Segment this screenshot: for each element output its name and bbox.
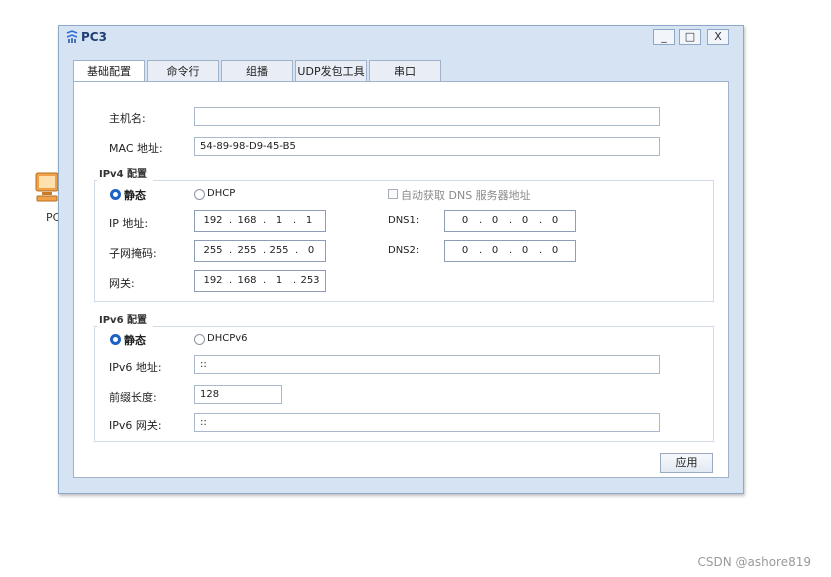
subnet-mask-input[interactable]: 255. 255. 255. 0 [194,240,326,262]
dns1-input[interactable]: 0. 0. 0. 0 [444,210,576,232]
tab-basic-config[interactable]: 基础配置 [73,60,145,83]
mac-address-field: 54-89-98-D9-45-B5 [194,137,660,156]
ipv6-address-label: IPv6 地址: [109,361,162,374]
network-app-icon [66,30,78,43]
dns1-octet-4: 0 [551,215,559,226]
gateway-input[interactable]: 192. 168. 1. 253 [194,270,326,292]
prefix-length-label: 前缀长度: [109,391,157,404]
ipv4-dhcp-label: DHCP [207,188,236,199]
ip-octet-1: 192 [203,215,223,226]
apply-button[interactable]: 应用 [660,453,713,473]
tab-udp-tool[interactable]: UDP发包工具 [295,60,367,82]
dns1-octet-1: 0 [461,215,469,226]
tab-serial[interactable]: 串口 [369,60,441,82]
ipv4-dhcp-radio[interactable] [194,189,205,200]
auto-dns-checkbox[interactable] [388,189,398,199]
ipv4-static-label: 静态 [124,189,146,202]
ipv6-gateway-input[interactable]: :: [194,413,660,432]
ip-octet-2: 168 [237,215,257,226]
ipv6-dhcp-label: DHCPv6 [207,333,248,344]
gw-octet-4: 253 [300,275,320,286]
ipv6-static-radio[interactable] [110,334,121,345]
dns2-octet-1: 0 [461,245,469,256]
maximize-button[interactable]: □ [679,29,701,45]
mask-octet-1: 255 [203,245,223,256]
ipv6-static-label: 静态 [124,334,146,347]
mask-octet-4: 0 [307,245,315,256]
title-bar[interactable]: PC3 _ □ X [59,26,743,50]
subnet-mask-label: 子网掩码: [109,247,157,260]
ip-octet-3: 1 [275,215,283,226]
ipv4-group-title: IPv4 配置 [97,167,153,183]
dns1-octet-3: 0 [521,215,529,226]
watermark: CSDN @ashore819 [697,555,811,569]
dns1-octet-2: 0 [491,215,499,226]
tab-command-line[interactable]: 命令行 [147,60,219,82]
mask-octet-3: 255 [269,245,289,256]
hostname-label: 主机名: [109,112,146,125]
ip-octet-4: 1 [305,215,313,226]
ip-address-label: IP 地址: [109,217,149,230]
dns2-octet-2: 0 [491,245,499,256]
ipv6-gateway-label: IPv6 网关: [109,419,162,432]
dns2-label: DNS2: [388,245,420,256]
tab-multicast[interactable]: 组播 [221,60,293,82]
pc3-config-window: PC3 _ □ X 基础配置 命令行 组播 UDP发包工具 串口 主机名: MA… [58,25,744,494]
dns2-octet-4: 0 [551,245,559,256]
hostname-input[interactable] [194,107,660,126]
ipv6-dhcp-radio[interactable] [194,334,205,345]
ipv6-group-title: IPv6 配置 [97,313,153,329]
prefix-length-input[interactable]: 128 [194,385,282,404]
dns2-input[interactable]: 0. 0. 0. 0 [444,240,576,262]
minimize-button[interactable]: _ [653,29,675,45]
ip-address-input[interactable]: 192. 168. 1. 1 [194,210,326,232]
dns1-label: DNS1: [388,215,420,226]
ipv6-address-input[interactable]: :: [194,355,660,374]
basic-config-panel: 主机名: MAC 地址: 54-89-98-D9-45-B5 IPv4 配置 静… [73,81,729,478]
dns2-octet-3: 0 [521,245,529,256]
auto-dns-label: 自动获取 DNS 服务器地址 [401,189,531,202]
gw-octet-3: 1 [275,275,283,286]
gw-octet-2: 168 [237,275,257,286]
gw-octet-1: 192 [203,275,223,286]
window-title: PC3 [81,30,107,44]
mask-octet-2: 255 [237,245,257,256]
gateway-label: 网关: [109,277,135,290]
close-button[interactable]: X [707,29,729,45]
mac-label: MAC 地址: [109,142,163,155]
ipv4-static-radio[interactable] [110,189,121,200]
